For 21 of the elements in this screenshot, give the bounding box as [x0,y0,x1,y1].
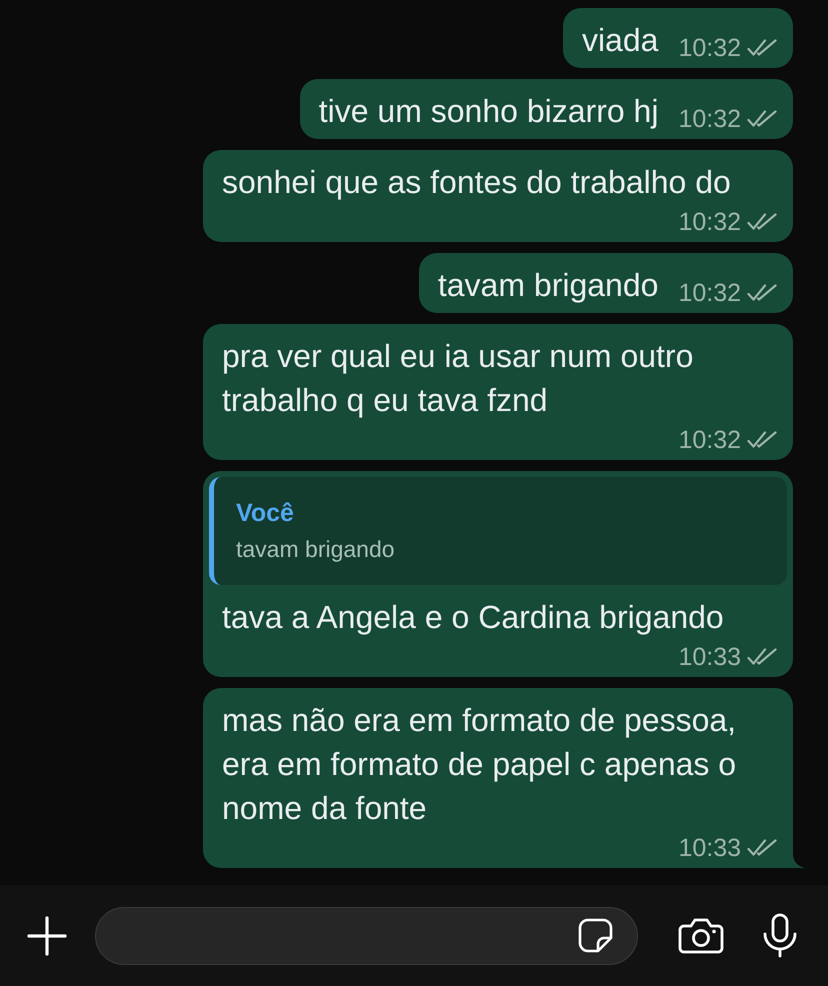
message-text: pra ver qual eu ia usar num outro trabalho q eu tava fznd [222,337,694,420]
microphone-icon[interactable] [762,913,798,958]
message-time: 10:32 [678,33,741,64]
message-time: 10:33 [678,642,741,673]
message-time: 10:32 [678,104,741,135]
message-text: mas não era em formato de pessoa, era em formato de papel c apenas o nome da fonte [222,701,738,828]
message-text: sonhei que as fontes do trabalho do [222,163,731,202]
message-time: 10:32 [678,207,741,238]
sticker-icon[interactable] [578,918,613,953]
plus-icon[interactable] [27,916,67,956]
message-time: 10:32 [678,278,741,309]
quote-sender: Você [236,498,295,529]
message-time: 10:33 [678,833,741,864]
message-text: tava a Angela e o Cardina brigando [222,598,724,637]
message-text: tive um sonho bizarro hj [318,92,658,131]
quoted-message[interactable]: Você tavam brigando [209,477,787,585]
message-time: 10:32 [678,425,741,456]
message-text: viada [582,21,658,60]
quote-text: tavam brigando [236,535,396,564]
camera-icon[interactable] [678,918,724,954]
message-text: tavam brigando [438,266,658,305]
